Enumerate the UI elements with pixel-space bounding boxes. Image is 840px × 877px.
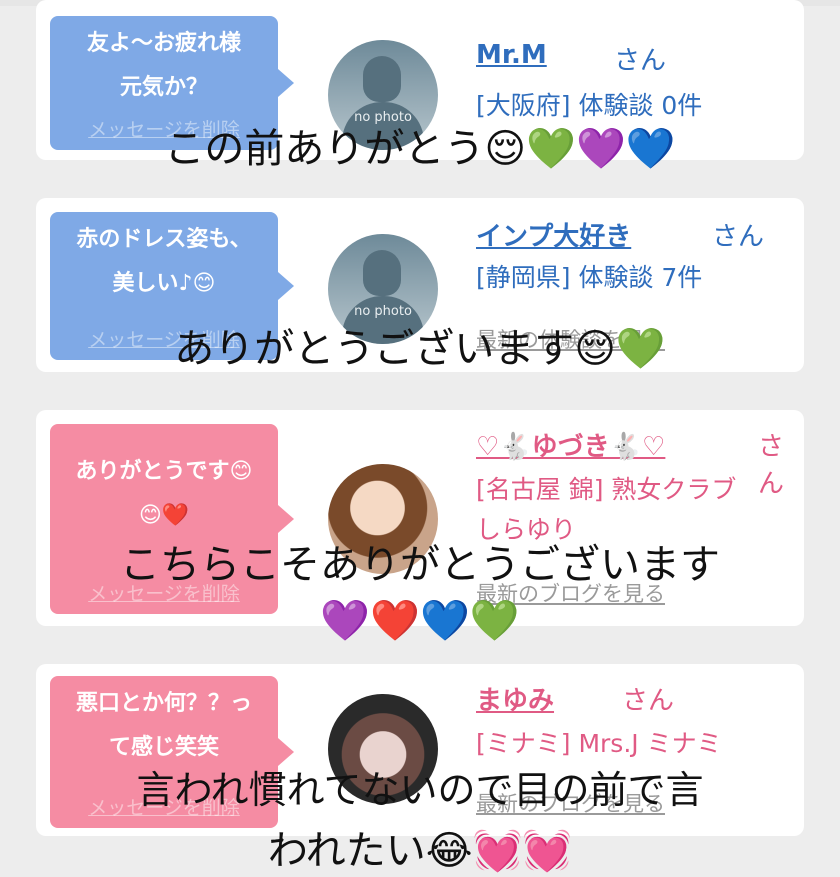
honorific: さん <box>614 46 667 76</box>
honorific: さん <box>712 222 765 252</box>
honorific: さん <box>622 686 675 716</box>
user-info: [ミナミ] Mrs.J ミナミ <box>476 729 722 758</box>
message-text: 悪口とか何？？っ て感じ笑笑 <box>75 691 252 760</box>
caption-line: われたい😂💓💓 <box>267 829 573 873</box>
user-name-link[interactable]: Mr.M <box>476 40 547 70</box>
user-info: [静岡県] 体験談 7件 <box>476 263 703 292</box>
user-name-link[interactable]: まゆみ <box>476 680 554 717</box>
message-text: 赤のドレス姿も、 美しい♪😊 <box>76 227 252 296</box>
user-name-link[interactable]: ♡🐇ゆづき🐇♡ <box>476 426 665 463</box>
message-text: ありがとうです😊 😊❤️ <box>75 459 253 528</box>
no-photo-label: no photo <box>354 110 412 125</box>
caption-line: 💜❤️💙💚 <box>320 599 520 643</box>
caption-line: この前ありがとう😌💚💜💙 <box>164 127 676 171</box>
user-info: [大阪府] 体験談 0件 <box>476 91 703 120</box>
caption-line: ありがとうございます😌💚 <box>174 327 666 371</box>
silhouette-icon <box>363 250 401 296</box>
user-name-link[interactable]: インプ大好き <box>476 216 631 253</box>
caption-line: こちらこそありがとうございます <box>120 543 720 587</box>
user-info: [名古屋 錦] 熟女クラブ しらゆり <box>476 475 737 544</box>
message-card: ありがとうです😊 😊❤️ メッセージを削除 ♡🐇ゆづき🐇♡ さん [名古屋 錦]… <box>36 410 804 626</box>
no-photo-label: no photo <box>354 304 412 319</box>
message-text: 友よ〜お疲れ様 元気か？ <box>86 31 241 100</box>
caption-line: 言われ慣れてないので目の前で言 <box>136 770 704 812</box>
silhouette-icon <box>363 56 401 102</box>
